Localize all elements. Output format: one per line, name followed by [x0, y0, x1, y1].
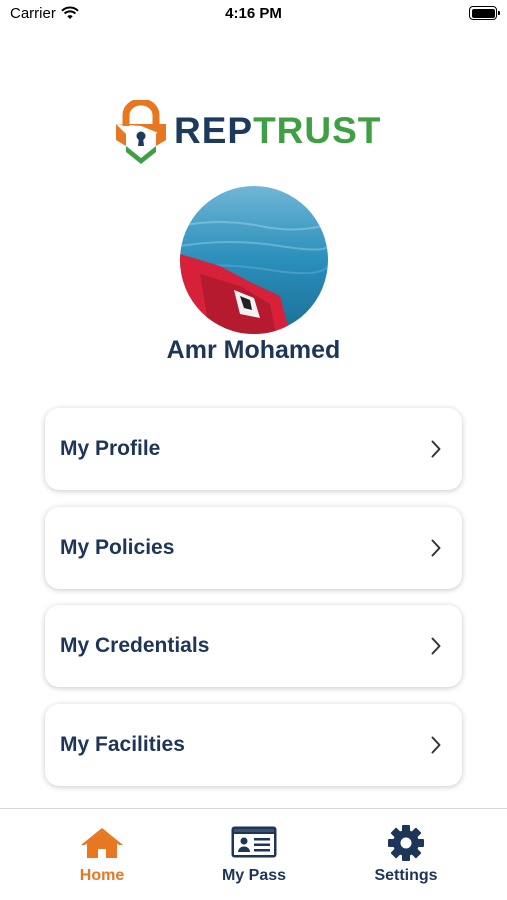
logo-rep: REP [174, 110, 254, 151]
avatar-photo [180, 186, 328, 334]
tab-settings[interactable]: Settings [341, 809, 471, 900]
chevron-right-icon [431, 539, 441, 556]
status-time: 4:16 PM [225, 5, 282, 22]
menu-item-my-credentials[interactable]: My Credentials [45, 605, 462, 687]
user-name: Amr Mohamed [166, 336, 341, 364]
chevron-right-icon [431, 736, 441, 753]
avatar[interactable] [180, 186, 328, 334]
tab-my-pass[interactable]: My Pass [189, 809, 319, 900]
logo-trust: TRUST [253, 110, 382, 151]
menu-item-my-policies[interactable]: My Policies [45, 506, 462, 589]
tab-label: Home [79, 867, 125, 884]
tab-home[interactable]: Home [37, 809, 167, 900]
menu-list: My Profile My Policies My Credentials My… [45, 408, 462, 802]
shield-lock-icon [116, 100, 166, 164]
menu-item-my-profile[interactable]: My Profile [45, 408, 462, 490]
menu-item-label: My Facilities [60, 732, 185, 756]
logo-wordmark: REPTRUST [174, 110, 381, 152]
id-card-icon [189, 825, 319, 861]
reptrust-logo: REPTRUST [112, 100, 412, 166]
home-icon [37, 825, 167, 861]
chevron-right-icon [431, 637, 441, 655]
menu-item-my-facilities[interactable]: My Facilities [45, 703, 462, 786]
tab-label: My Pass [221, 867, 287, 884]
gear-icon [341, 825, 471, 861]
menu-item-label: My Credentials [60, 634, 210, 657]
tab-bar: Home My Pass Settings [0, 808, 507, 900]
tab-label: Settings [374, 867, 438, 884]
chevron-right-icon [431, 440, 441, 458]
status-bar: Carrier 4:16 PM [0, 0, 507, 28]
battery-icon [469, 6, 500, 20]
menu-item-label: My Policies [60, 535, 175, 559]
menu-item-label: My Profile [60, 437, 161, 460]
